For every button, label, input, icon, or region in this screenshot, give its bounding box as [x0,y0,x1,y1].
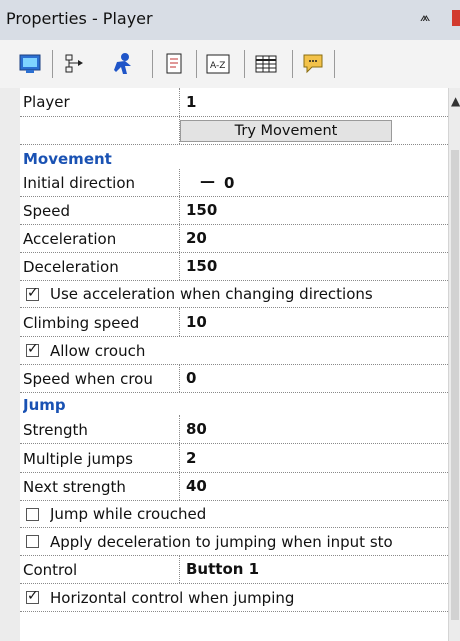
property-row-control[interactable]: Control Button 1 [20,556,448,584]
checkbox-label: Apply deceleration to jumping when input… [50,533,393,551]
property-row-player[interactable]: Player 1 [20,88,448,117]
behavior-icon[interactable] [110,50,138,78]
property-label: Speed [23,202,71,220]
checkbox-row-jump-crouched[interactable]: Jump while crouched [20,501,448,528]
svg-text:A-Z: A-Z [210,61,225,71]
checkbox-row-use-acceleration[interactable]: ✓ Use acceleration when changing directi… [20,281,448,308]
toolbar-separator [334,50,335,78]
checkbox-row-apply-deceleration[interactable]: Apply deceleration to jumping when input… [20,528,448,556]
toolbar-separator [196,50,197,78]
checkmark-icon: ✓ [27,341,39,357]
vertical-scrollbar[interactable]: ▲ [448,88,460,641]
property-row-acceleration[interactable]: Acceleration 20 [20,225,448,253]
property-row-multiple-jumps[interactable]: Multiple jumps 2 [20,444,448,473]
property-value[interactable]: 40 [186,477,207,495]
left-gutter [0,88,20,641]
checkbox[interactable] [26,535,39,548]
property-row-strength[interactable]: Strength 80 [20,415,448,444]
property-label: Strength [23,421,88,439]
property-label: Initial direction [23,174,136,192]
comment-icon[interactable] [300,50,328,78]
title-bar: Properties - Player ⩕ [0,0,460,41]
pin-icon[interactable]: ⩕ [420,10,430,25]
property-label: Multiple jumps [23,450,133,468]
property-label: Speed when crou [23,370,153,388]
events-icon[interactable] [60,50,88,78]
property-value[interactable]: 10 [186,313,207,331]
property-value[interactable]: 20 [186,229,207,247]
property-label: Acceleration [23,230,117,248]
checkbox-label: Jump while crouched [50,505,207,523]
property-row-deceleration[interactable]: Deceleration 150 [20,253,448,281]
try-movement-button[interactable]: Try Movement [180,120,392,142]
property-value[interactable]: 0 [224,174,234,192]
checkmark-icon: ✓ [27,588,39,604]
property-value[interactable]: 80 [186,420,207,438]
property-value[interactable]: 1 [186,93,196,111]
property-row-next-strength[interactable]: Next strength 40 [20,473,448,501]
checkbox[interactable]: ✓ [26,341,39,357]
section-header: Movement [23,150,112,168]
toolbar-separator [244,50,245,78]
property-row-speed-crouch[interactable]: Speed when crou 0 [20,365,448,393]
sort-az-icon[interactable]: A-Z [204,50,232,78]
property-grid: Player 1 Try Movement Movement Initial d… [20,88,448,641]
property-row-initial-direction[interactable]: Initial direction — 0 [20,169,448,197]
scroll-up-icon[interactable]: ▲ [451,94,460,108]
property-value[interactable]: 150 [186,257,217,275]
property-row-speed[interactable]: Speed 150 [20,197,448,225]
property-value[interactable]: 2 [186,449,196,467]
checkbox-label: Allow crouch [50,342,146,360]
section-jump[interactable]: Jump [20,393,448,415]
checkbox[interactable]: ✓ [26,588,39,604]
property-label: Climbing speed [23,314,140,332]
checkbox-row-horizontal-control[interactable]: ✓ Horizontal control when jumping [20,584,448,612]
scrollbar-thumb[interactable] [451,150,459,620]
checkbox-label: Use acceleration when changing direction… [50,285,373,303]
document-icon[interactable] [160,50,188,78]
toolbar: A-Z [0,40,460,89]
property-row-climbing-speed[interactable]: Climbing speed 10 [20,308,448,337]
section-movement[interactable]: Movement [20,145,448,169]
direction-arrow-icon: — [200,172,215,190]
property-value[interactable]: 150 [186,201,217,219]
property-label: Deceleration [23,258,119,276]
toolbar-separator [52,50,53,78]
checkbox-row-allow-crouch[interactable]: ✓ Allow crouch [20,337,448,365]
property-label: Next strength [23,478,126,496]
property-value[interactable]: Button 1 [186,560,259,578]
grid-icon[interactable] [252,50,280,78]
toolbar-separator [292,50,293,78]
checkbox[interactable] [26,508,39,521]
window-title: Properties - Player [6,9,153,28]
toolbar-separator [152,50,153,78]
try-movement-row: Try Movement [20,117,448,145]
property-label: Control [23,561,78,579]
property-label: Player [23,93,70,111]
section-header: Jump [23,396,66,414]
checkmark-icon: ✓ [27,285,39,301]
checkbox[interactable]: ✓ [26,285,39,301]
property-value[interactable]: 0 [186,369,196,387]
properties-screen-icon[interactable] [16,50,44,78]
close-icon[interactable] [452,10,460,26]
checkbox-label: Horizontal control when jumping [50,589,295,607]
